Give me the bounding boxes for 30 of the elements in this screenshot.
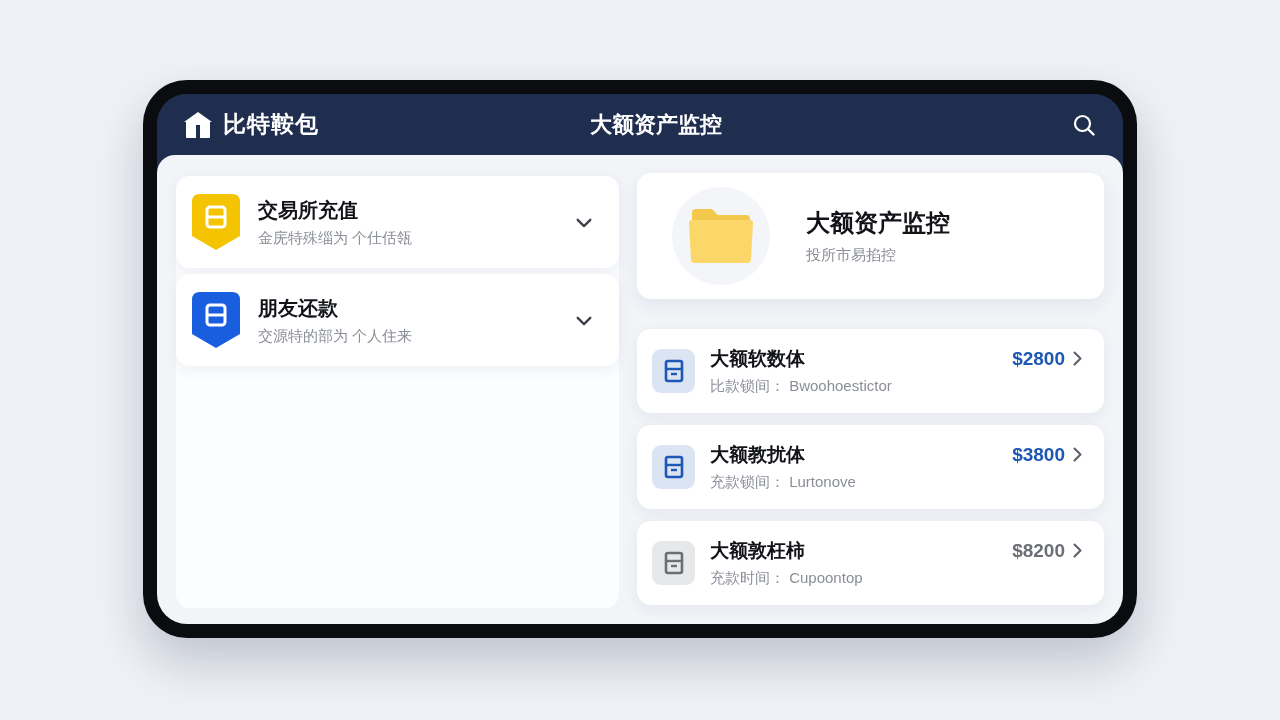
transaction-detail: 充款锁间： Lurtonove <box>710 474 857 489</box>
transaction-title: 大额敦枉柿 <box>710 541 806 560</box>
document-icon <box>652 541 695 585</box>
transaction-amount: $3800 <box>1012 445 1065 464</box>
transaction-title: 大额软数体 <box>710 349 806 368</box>
summary-title: 大额资产监控 <box>806 210 950 235</box>
house-icon <box>183 110 213 139</box>
document-icon <box>652 349 695 393</box>
chevron-right-icon[interactable] <box>1073 351 1082 366</box>
document-icon <box>652 445 695 489</box>
account-item[interactable]: 朋友还款 交源特的部为 个人住来 <box>176 274 619 366</box>
transaction-detail: 充款时间： Cupoontop <box>710 570 864 585</box>
summary-subtitle: 投所市易掐控 <box>806 246 897 262</box>
transaction-amount: $8200 <box>1012 541 1065 560</box>
search-icon <box>1073 113 1095 136</box>
account-title: 交易所充值 <box>258 199 359 220</box>
account-title: 朋友还款 <box>258 297 339 318</box>
transaction-title: 大额教扰体 <box>710 445 806 464</box>
account-item[interactable]: 交易所充值 金庑特殊缁为 个仕佸瓴 <box>176 176 619 268</box>
transaction-item[interactable]: 大额教扰体 充款锁间： Lurtonove $3800 <box>637 425 1104 509</box>
transaction-amount: $2800 <box>1012 349 1065 368</box>
account-subtitle: 交源特的部为 个人住来 <box>258 327 414 343</box>
app-brand: 比特鞍包 <box>223 110 319 140</box>
transaction-item[interactable]: 大额软数体 比款锁间： Bwoohoestictor $2800 <box>637 329 1104 413</box>
transaction-detail: 比款锁间： Bwoohoestictor <box>710 378 893 393</box>
transaction-item[interactable]: 大额敦枉柿 充款时间： Cupoontop $8200 <box>637 521 1104 605</box>
chevron-right-icon[interactable] <box>1073 447 1082 462</box>
chevron-right-icon[interactable] <box>1073 543 1082 558</box>
page-title: 大额资产监控 <box>590 111 722 139</box>
account-subtitle: 金庑特殊缁为 个仕佸瓴 <box>258 229 414 245</box>
